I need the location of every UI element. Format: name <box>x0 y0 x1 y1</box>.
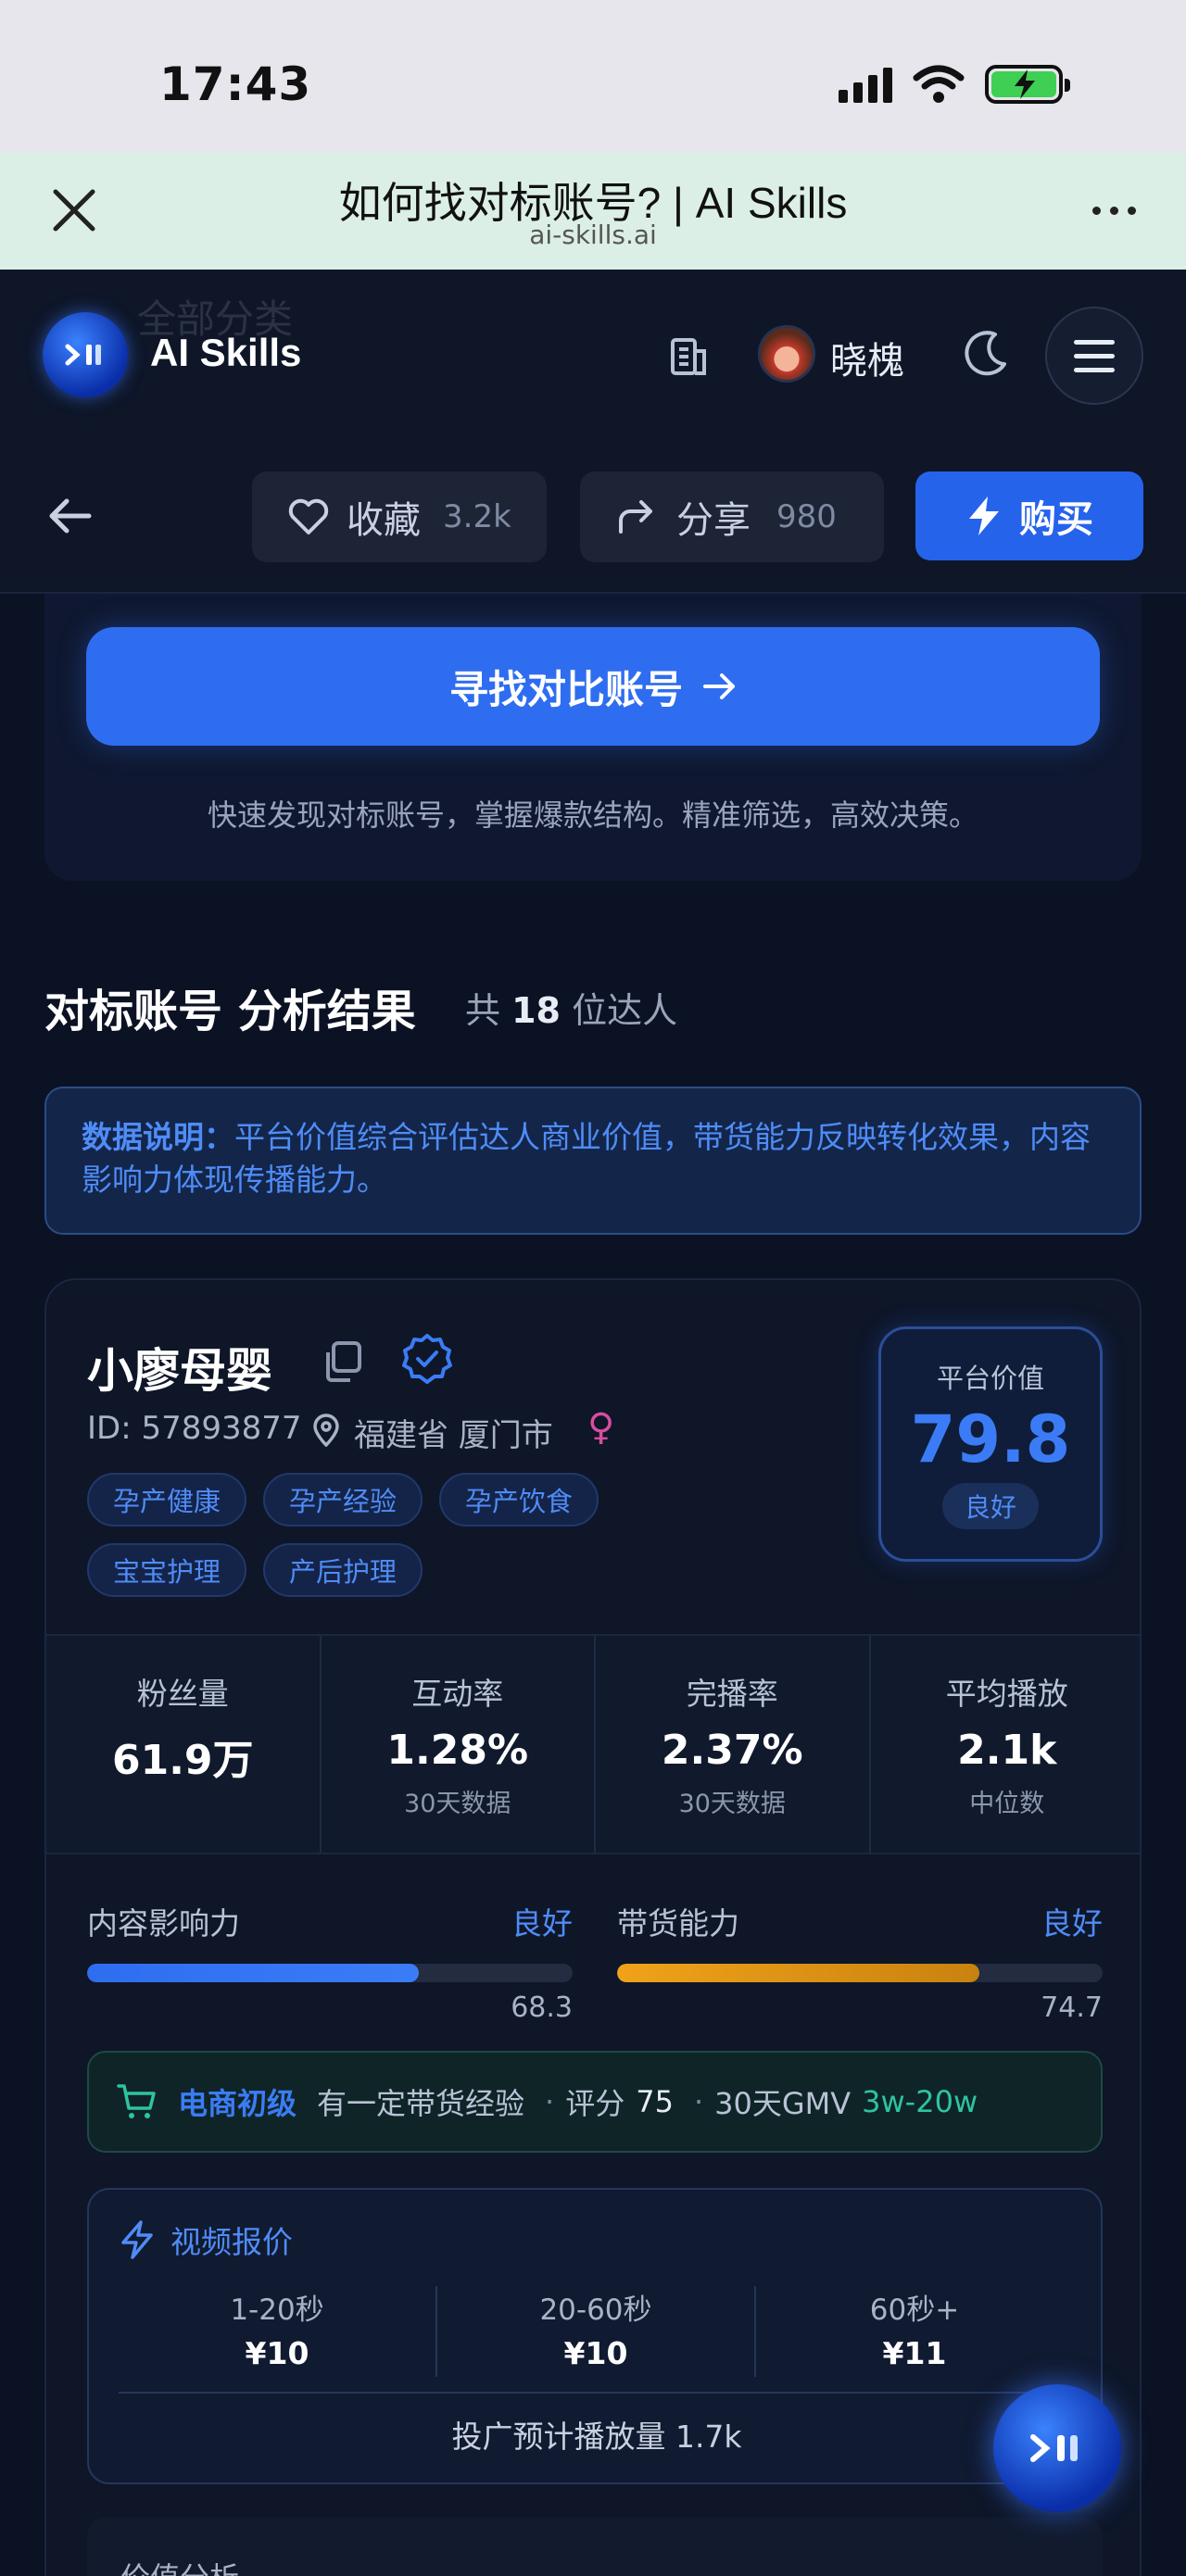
share-button[interactable]: 分享 980 <box>580 471 884 562</box>
avatar[interactable] <box>758 325 815 383</box>
signal-icon <box>839 66 892 103</box>
building-icon[interactable] <box>665 334 710 377</box>
logo-icon[interactable] <box>43 312 128 397</box>
ecommerce-level: 电商初级 <box>178 2086 297 2121</box>
tag[interactable]: 产后护理 <box>263 1543 423 1597</box>
ecommerce-gmv: 3w-20w <box>862 2084 978 2119</box>
platform-value-score: 79.8 <box>910 1401 1071 1477</box>
arrow-right-icon <box>703 673 735 699</box>
influence-value: 68.3 <box>511 1992 573 2024</box>
brand-name[interactable]: AI Skills <box>150 331 301 375</box>
creator-name: 小廖母婴 <box>87 1344 272 1398</box>
stat-engagement: 互动率 1.28% 30天数据 <box>322 1636 596 1853</box>
find-accounts-label: 寻找对比账号 <box>448 666 683 712</box>
status-bar: 17:43 <box>0 0 1186 153</box>
pricing-footer: 投广预计播放量 1.7k <box>451 2419 742 2455</box>
share-arrow-icon <box>619 500 652 534</box>
lightning-outline-icon <box>121 2220 153 2259</box>
tag[interactable]: 宝宝护理 <box>87 1543 247 1597</box>
copy-icon[interactable] <box>321 1339 363 1384</box>
value-analysis-section: 价值分析 <box>87 2518 1103 2576</box>
sales-rating: 良好 <box>1041 1905 1103 1941</box>
browser-bar: 如何找对标账号? | AI Skills ai-skills.ai <box>0 153 1186 270</box>
video-pricing: 视频报价 1-20秒 ¥10 20-60秒 ¥10 60秒+ ¥11 投广预计播… <box>87 2188 1103 2484</box>
pricing-columns: 1-20秒 ¥10 20-60秒 ¥10 60秒+ ¥11 <box>119 2286 1073 2377</box>
assistant-icon <box>1030 2434 1078 2462</box>
results-count: 共 18 位达人 <box>465 990 678 1031</box>
tag[interactable]: 孕产饮食 <box>439 1473 599 1527</box>
sales-fill <box>617 1964 980 1982</box>
tag-list: 孕产健康 孕产经验 孕产饮食 宝宝护理 产后护理 <box>87 1473 773 1597</box>
influence-track <box>87 1964 573 1982</box>
buy-button[interactable]: 购买 <box>915 471 1143 560</box>
sales-meter: 带货能力 良好 74.7 <box>617 1899 1103 2024</box>
creator-card[interactable]: 小廖母婴 ID: 57893877 福建省 厦门市 ♀ 孕产健康 孕产经验 孕产… <box>44 1278 1142 2576</box>
user-name[interactable]: 晓槐 <box>830 331 904 384</box>
status-time: 17:43 <box>159 57 312 111</box>
sales-track <box>617 1964 1103 1982</box>
app-nav: 全部分类 AI Skills 晓槐 <box>0 270 1186 442</box>
female-icon: ♀ <box>587 1406 615 1449</box>
buy-label: 购买 <box>1019 498 1093 541</box>
ecommerce-score-label: 评分 <box>565 2086 625 2121</box>
tag[interactable]: 孕产健康 <box>87 1473 247 1527</box>
tag[interactable]: 孕产经验 <box>263 1473 423 1527</box>
sales-value: 74.7 <box>1041 1992 1103 2024</box>
data-notice: 数据说明：平台价值综合评估达人商业价值，带货能力反映转化效果，内容影响力体现传播… <box>44 1087 1142 1235</box>
creator-location: 福建省 厦门市 <box>354 1417 553 1454</box>
assistant-fab[interactable] <box>993 2384 1121 2512</box>
value-analysis-title: 价值分析 <box>120 2560 239 2576</box>
verified-badge-icon <box>402 1334 452 1384</box>
ecommerce-score: 75 <box>636 2084 674 2119</box>
menu-icon <box>1074 339 1115 345</box>
action-bar: 收藏 3.2k 分享 980 购买 <box>0 442 1186 594</box>
pricing-title: 视频报价 <box>170 2224 293 2260</box>
influence-fill <box>87 1964 419 1982</box>
influence-meter: 内容影响力 良好 68.3 <box>87 1899 573 2024</box>
influence-rating: 良好 <box>511 1905 573 1941</box>
status-icons <box>839 65 1070 104</box>
share-label: 分享 <box>676 499 751 542</box>
find-accounts-button[interactable]: 寻找对比账号 <box>86 627 1100 746</box>
price-col: 1-20秒 ¥10 <box>119 2286 437 2377</box>
browser-url: ai-skills.ai <box>529 220 657 250</box>
back-arrow-icon[interactable] <box>46 496 93 536</box>
creator-id: ID: 57893877 <box>87 1410 302 1447</box>
wifi-icon <box>913 65 965 103</box>
stat-avg-plays: 平均播放 2.1k 中位数 <box>945 1676 1068 1818</box>
location-pin-icon <box>313 1414 339 1447</box>
search-description: 快速发现对标账号，掌握爆款结构。精准筛选，高效决策。 <box>207 798 978 833</box>
favorite-label: 收藏 <box>347 499 421 542</box>
favorite-button[interactable]: 收藏 3.2k <box>252 471 547 562</box>
search-card: 寻找对比账号 快速发现对标账号，掌握爆款结构。精准筛选，高效决策。 <box>44 594 1142 881</box>
price-col: 60秒+ ¥11 <box>869 2293 960 2371</box>
results-count-number: 18 <box>511 990 561 1031</box>
influence-label: 内容影响力 <box>87 1905 240 1941</box>
more-menu-icon[interactable] <box>1092 207 1136 215</box>
pricing-header: 视频报价 <box>119 2218 293 2262</box>
stat-completion: 完播率 2.37% 30天数据 <box>596 1636 871 1853</box>
ecommerce-banner: 电商初级 有一定带货经验 · 评分 75 · 30天GMV 3w-20w <box>87 2051 1103 2153</box>
sales-label: 带货能力 <box>617 1905 739 1941</box>
menu-button[interactable] <box>1045 307 1143 405</box>
heart-icon <box>288 498 329 534</box>
moon-icon[interactable] <box>958 327 1012 381</box>
results-title: 对标账号 分析结果 <box>44 986 416 1037</box>
battery-icon <box>985 65 1070 104</box>
platform-value-label: 平台价值 <box>936 1363 1044 1394</box>
stats-row: 粉丝量 61.9万 互动率 1.28% 30天数据 完播率 2.37% 30天数… <box>46 1634 1140 1854</box>
divider <box>119 2392 1073 2394</box>
favorite-count: 3.2k <box>443 498 511 535</box>
notice-label: 数据说明： <box>82 1119 234 1155</box>
share-count: 980 <box>776 498 837 535</box>
platform-value-box: 平台价值 79.8 良好 <box>878 1326 1103 1562</box>
ecommerce-gmv-label: 30天GMV <box>714 2086 852 2121</box>
stat-followers: 粉丝量 61.9万 <box>46 1636 322 1853</box>
platform-value-rating: 良好 <box>942 1483 1039 1529</box>
cart-icon <box>117 2084 156 2118</box>
price-col: 20-60秒 ¥10 <box>437 2286 756 2377</box>
lightning-icon <box>969 496 999 535</box>
ecommerce-desc: 有一定带货经验 <box>317 2086 525 2121</box>
